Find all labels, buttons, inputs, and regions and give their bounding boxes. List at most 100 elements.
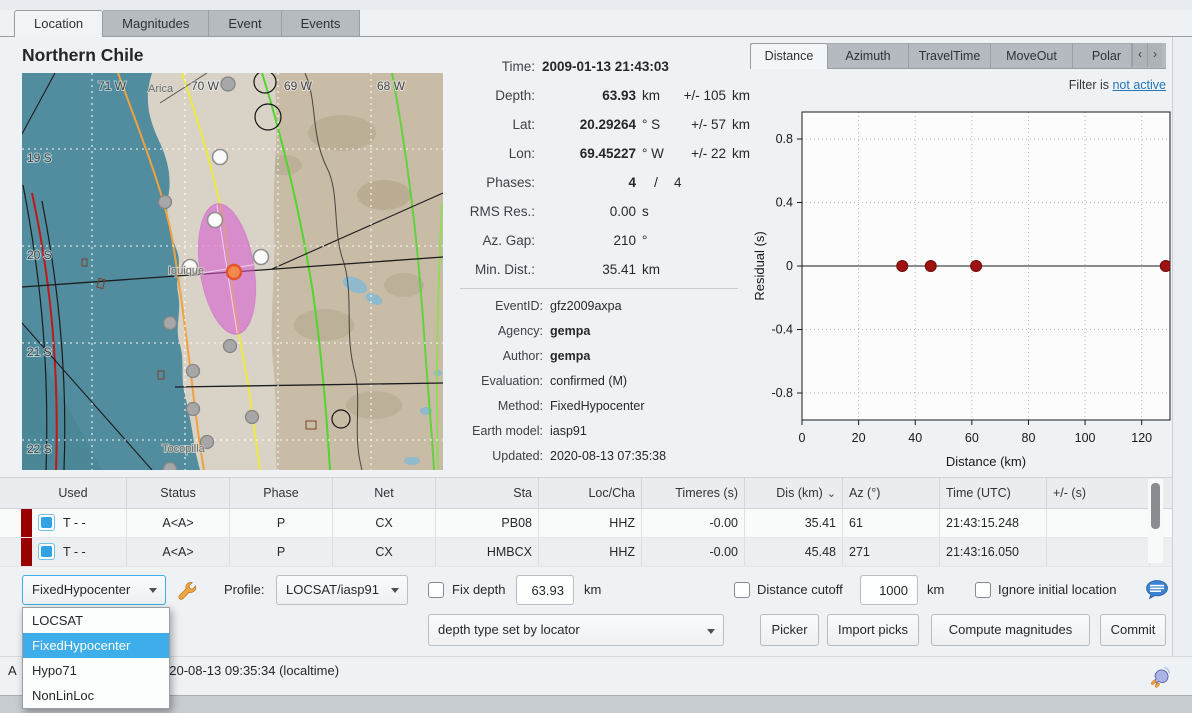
- map-lon-label: 69 W: [284, 79, 313, 93]
- arrival-row[interactable]: T - -A<A>PCXPB08HHZ-0.0035.416121:43:15.…: [0, 509, 1172, 538]
- connection-plug-icon[interactable]: [1147, 664, 1173, 690]
- map-lon-label: 68 W: [377, 79, 406, 93]
- tab-scroll-right-button[interactable]: ›: [1147, 43, 1162, 67]
- fix-depth-checkbox[interactable]: [428, 582, 444, 598]
- residual-plot[interactable]: 020406080100120-0.8-0.400.40.8Residual (…: [750, 98, 1192, 480]
- residual-point[interactable]: [925, 261, 936, 272]
- ignore-initial-location-label: Ignore initial location: [998, 575, 1117, 605]
- svg-text:0.4: 0.4: [776, 195, 793, 209]
- info-separator: [460, 288, 738, 289]
- column-header-phase[interactable]: Phase: [230, 478, 333, 508]
- locator-option-hypo71[interactable]: Hypo71: [23, 658, 169, 683]
- map-lat-label: 19 S: [27, 151, 52, 165]
- column-header-status[interactable]: Status: [127, 478, 230, 508]
- plot-tab-moveout[interactable]: MoveOut: [991, 43, 1073, 68]
- city-label-arica: Arica: [148, 83, 174, 95]
- table-header-row: UsedStatusPhaseNetStaLoc/ChaTimeres (s)D…: [0, 478, 1172, 509]
- location-map[interactable]: 71 W 70 W 69 W 68 W 19 S 20 S 21 S 22 S …: [22, 73, 443, 470]
- rms-unit: s: [636, 204, 670, 219]
- origin-meta-panel: EventID:gfz2009axpa Agency:gempa Author:…: [450, 293, 750, 468]
- tab-event[interactable]: Event: [209, 10, 281, 36]
- plot-tab-traveltime[interactable]: TravelTime: [909, 43, 991, 68]
- column-header-time[interactable]: Time (UTC): [940, 478, 1047, 508]
- y-axis-label: Residual (s): [752, 231, 767, 300]
- plot-tab-azimuth[interactable]: Azimuth: [828, 43, 909, 68]
- x-axis-label: Distance (km): [946, 454, 1026, 469]
- column-header-dis[interactable]: Dis (km)⌄: [745, 478, 843, 508]
- locator-option-nonlinloc[interactable]: NonLinLoc: [23, 683, 169, 708]
- cell-used: T - -: [20, 538, 127, 566]
- agency-value: gempa: [550, 324, 750, 338]
- locator-dropdown-popup[interactable]: LOCSATFixedHypocenterHypo71NonLinLoc: [22, 607, 170, 709]
- import-picks-button[interactable]: Import picks: [827, 614, 919, 646]
- filter-label: Filter is: [1069, 78, 1109, 92]
- ignore-initial-location-checkbox[interactable]: [975, 582, 991, 598]
- compute-magnitudes-button[interactable]: Compute magnitudes: [931, 614, 1090, 646]
- chevron-down-icon: [149, 588, 157, 593]
- tab-scroll-left-button[interactable]: ‹: [1132, 43, 1147, 67]
- column-header-loccha[interactable]: Loc/Cha: [539, 478, 642, 508]
- lat-value: 20.29264: [542, 117, 636, 132]
- column-header-net[interactable]: Net: [333, 478, 436, 508]
- used-checkbox[interactable]: [38, 543, 55, 560]
- cell-status: A<A>: [127, 538, 230, 566]
- cell-time: 21:43:15.248: [940, 509, 1047, 537]
- profile-select[interactable]: LOCSAT/iasp91: [276, 575, 408, 605]
- depth-type-select[interactable]: depth type set by locator: [428, 614, 724, 646]
- svg-text:20: 20: [852, 431, 866, 445]
- comment-bubble-icon[interactable]: [1144, 577, 1170, 603]
- profile-label: Profile:: [224, 575, 264, 605]
- chevron-down-icon: [707, 629, 715, 634]
- svg-text:0.8: 0.8: [776, 132, 793, 146]
- plot-tabbar: Distance Azimuth TravelTime MoveOut Pola…: [750, 43, 1166, 69]
- cell-dis: 45.48: [745, 538, 843, 566]
- used-checkbox[interactable]: [38, 514, 55, 531]
- svg-text:40: 40: [908, 431, 922, 445]
- locator-option-fixedhypocenter[interactable]: FixedHypocenter: [23, 633, 169, 658]
- tab-magnitudes[interactable]: Magnitudes: [103, 10, 209, 36]
- tab-events[interactable]: Events: [282, 10, 361, 36]
- cutoff-input[interactable]: [860, 575, 918, 605]
- profile-value: LOCSAT/iasp91: [286, 582, 379, 597]
- column-header-used[interactable]: Used: [20, 478, 127, 508]
- map-lat-label: 20 S: [27, 248, 52, 262]
- phases-separator: /: [636, 175, 670, 190]
- chevron-down-icon: [391, 588, 399, 593]
- tab-location[interactable]: Location: [14, 10, 103, 37]
- plot-tab-distance[interactable]: Distance: [750, 43, 828, 69]
- column-header-az[interactable]: Az (°): [843, 478, 940, 508]
- filter-toggle-link[interactable]: not active: [1112, 78, 1166, 92]
- residual-point[interactable]: [971, 261, 982, 272]
- phases-used: 4: [542, 175, 636, 190]
- locator-settings-wrench-icon[interactable]: [176, 580, 198, 602]
- locator-option-locsat[interactable]: LOCSAT: [23, 608, 169, 633]
- picker-button[interactable]: Picker: [760, 614, 819, 646]
- cell-phase: P: [230, 538, 333, 566]
- depth-input[interactable]: [516, 575, 574, 605]
- commit-button[interactable]: Commit: [1100, 614, 1166, 646]
- residual-point[interactable]: [897, 261, 908, 272]
- column-header-timeres[interactable]: Timeres (s): [642, 478, 745, 508]
- residual-point[interactable]: [1160, 261, 1171, 272]
- table-scrollbar-thumb[interactable]: [1151, 483, 1160, 529]
- svg-text:100: 100: [1075, 431, 1096, 445]
- lat-label: Lat:: [450, 117, 542, 132]
- lon-error: +/- 22: [670, 146, 726, 161]
- cutoff-unit-label: km: [927, 575, 944, 605]
- city-label-iquique: Iquique: [168, 265, 204, 277]
- right-gutter: [1172, 37, 1192, 656]
- lon-unit: ° W: [636, 146, 670, 161]
- epicenter-marker[interactable]: [227, 265, 241, 279]
- locator-select[interactable]: FixedHypocenter: [22, 575, 166, 605]
- window-bottom-strip: [0, 695, 1192, 713]
- svg-text:60: 60: [965, 431, 979, 445]
- distance-cutoff-checkbox[interactable]: [734, 582, 750, 598]
- cell-used: T - -: [20, 509, 127, 537]
- column-header-err[interactable]: +/- (s): [1047, 478, 1150, 508]
- plot-tab-polar[interactable]: Polar: [1073, 43, 1132, 68]
- arrival-row[interactable]: T - -A<A>PCXHMBCXHHZ-0.0045.4827121:43:1…: [0, 538, 1172, 567]
- column-header-sta[interactable]: Sta: [436, 478, 539, 508]
- time-value: 2009-01-13 21:43:03: [542, 59, 760, 74]
- depth-value: 63.93: [542, 88, 636, 103]
- residual-distance-chart[interactable]: 020406080100120-0.8-0.400.40.8Residual (…: [750, 98, 1192, 480]
